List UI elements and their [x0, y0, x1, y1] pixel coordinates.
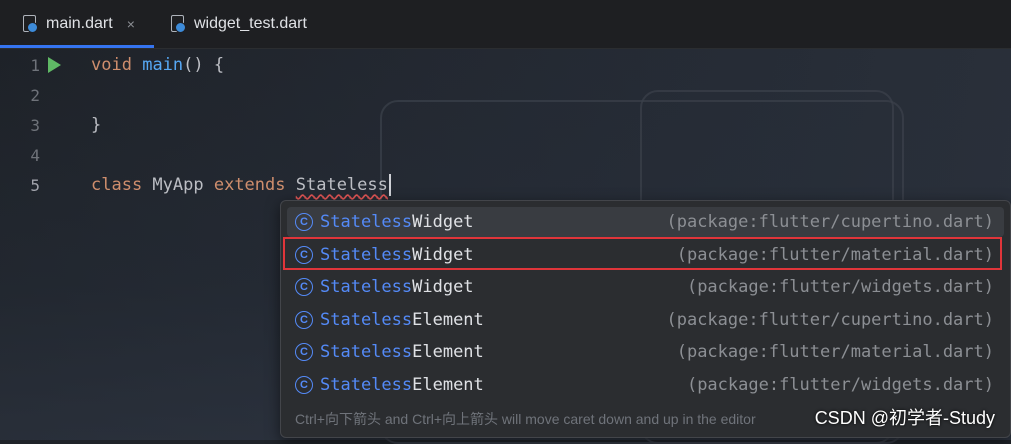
completion-package: (package:flutter/material.dart)	[676, 342, 994, 362]
tab-main-dart[interactable]: main.dart ×	[0, 0, 154, 48]
completion-name-rest: Element	[412, 374, 484, 395]
class-icon: C	[295, 343, 313, 361]
completion-item[interactable]: C Stateless Element (package:flutter/materi…	[287, 337, 1004, 367]
class-icon: C	[295, 245, 313, 264]
watermark: CSDN @初学者-Study	[814, 408, 995, 428]
completion-name-rest: Element	[412, 342, 484, 362]
code-line[interactable]: 4	[0, 140, 1011, 170]
code-line[interactable]: 2	[0, 80, 1011, 110]
line-number: 1	[30, 55, 40, 75]
line-number: 2	[30, 85, 40, 105]
completion-name-rest: Widget	[412, 277, 474, 297]
code-line[interactable]: 1 void main() {	[0, 50, 1011, 80]
code-text: void main() {	[91, 55, 225, 75]
completion-popup: C Stateless Element (package:flutter/widget…	[280, 200, 1011, 438]
code-text: }	[91, 115, 102, 135]
line-number: 4	[30, 145, 40, 165]
completion-item[interactable]: C Stateless Element (package:flutter/widget…	[287, 370, 1004, 400]
tab-label: widget_test.dart	[194, 15, 307, 32]
dart-file-icon	[22, 15, 38, 33]
code-line[interactable]: 5 class MyApp extends Stateless	[0, 170, 1011, 200]
line-number: 3	[30, 115, 40, 135]
tab-widget-test-dart[interactable]: widget_test.dart	[170, 0, 307, 48]
completion-package: (package:flutter/widgets.dart)	[686, 277, 994, 297]
completion-item[interactable]: C Stateless Widget (package:flutter/widgets…	[287, 272, 1004, 302]
editor-tab-bar: main.dart × widget_test.dart	[0, 0, 1011, 49]
tab-label: main.dart	[46, 15, 113, 32]
completion-hint: Ctrl+向下箭头 and Ctrl+向上箭头 will move caret …	[295, 411, 756, 427]
close-icon[interactable]: ×	[127, 16, 135, 32]
completion-match: Stateless	[320, 309, 413, 330]
completion-match: Stateless	[320, 212, 413, 232]
completion-match: Stateless	[320, 277, 413, 297]
run-icon[interactable]	[48, 57, 61, 73]
completion-match: Stateless	[320, 374, 413, 395]
class-icon: C	[295, 278, 313, 296]
completion-match: Stateless	[320, 342, 413, 362]
completion-package: (package:flutter/material.dart)	[676, 244, 994, 265]
completion-package: (package:flutter/cupertino.dart)	[666, 309, 994, 330]
class-icon: C	[295, 310, 313, 329]
completion-name-rest: Element	[412, 309, 484, 330]
completion-name-rest: Widget	[412, 212, 474, 232]
completion-name-rest: Widget	[412, 244, 474, 265]
class-icon: C	[295, 375, 313, 394]
text-caret	[388, 174, 391, 196]
completion-item[interactable]: C Stateless Element (package:flutter/cupert…	[287, 305, 1004, 335]
completion-package: (package:flutter/widgets.dart)	[686, 374, 994, 395]
completion-package: (package:flutter/cupertino.dart)	[666, 212, 994, 232]
code-text: class MyApp extends Stateless	[91, 174, 391, 196]
line-number: 5	[30, 175, 40, 195]
completion-item[interactable]: C Stateless Widget (package:flutter/materia…	[287, 240, 1004, 270]
completion-item[interactable]: C Stateless Widget (package:flutter/cuperti…	[287, 207, 1004, 237]
completion-match: Stateless	[320, 244, 413, 265]
class-icon: C	[295, 213, 313, 231]
code-line[interactable]: 3}	[0, 110, 1011, 140]
dart-file-icon	[170, 15, 186, 33]
